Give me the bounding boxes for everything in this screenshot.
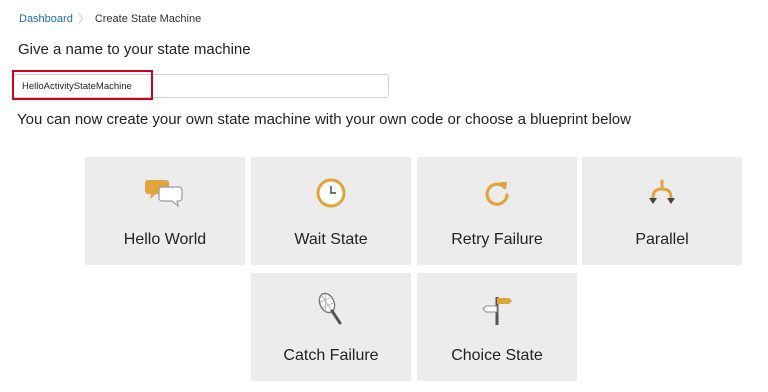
blueprint-tile-parallel[interactable]: Parallel <box>582 157 742 265</box>
breadcrumb-separator: 〉 <box>77 12 90 26</box>
blueprint-label: Catch Failure <box>283 347 379 364</box>
speech-bubbles-icon <box>145 173 185 213</box>
blueprint-label: Wait State <box>294 231 368 248</box>
breadcrumb-dashboard-link[interactable]: Dashboard <box>19 13 73 25</box>
blueprint-label: Retry Failure <box>451 231 543 248</box>
blueprint-intro-text: You can now create your own state machin… <box>17 111 631 128</box>
breadcrumb-current: Create State Machine <box>94 12 202 25</box>
net-icon <box>311 289 351 329</box>
signpost-icon <box>477 289 517 329</box>
breadcrumb: Dashboard 〉 Create State Machine <box>19 10 201 27</box>
blueprint-label: Choice State <box>451 347 543 364</box>
state-machine-name-input[interactable] <box>13 74 389 98</box>
clock-icon <box>311 173 351 213</box>
retry-arrow-icon <box>477 173 517 213</box>
parallel-branch-icon <box>642 173 682 213</box>
blueprint-tile-wait-state[interactable]: Wait State <box>251 157 411 265</box>
blueprint-tile-hello-world[interactable]: Hello World <box>85 157 245 265</box>
blueprint-tile-catch-failure[interactable]: Catch Failure <box>251 273 411 381</box>
blueprint-tile-choice-state[interactable]: Choice State <box>417 273 577 381</box>
blueprint-label: Hello World <box>123 231 207 248</box>
name-heading: Give a name to your state machine <box>18 41 251 58</box>
blueprint-tile-retry-failure[interactable]: Retry Failure <box>417 157 577 265</box>
blueprint-label: Parallel <box>635 231 689 248</box>
